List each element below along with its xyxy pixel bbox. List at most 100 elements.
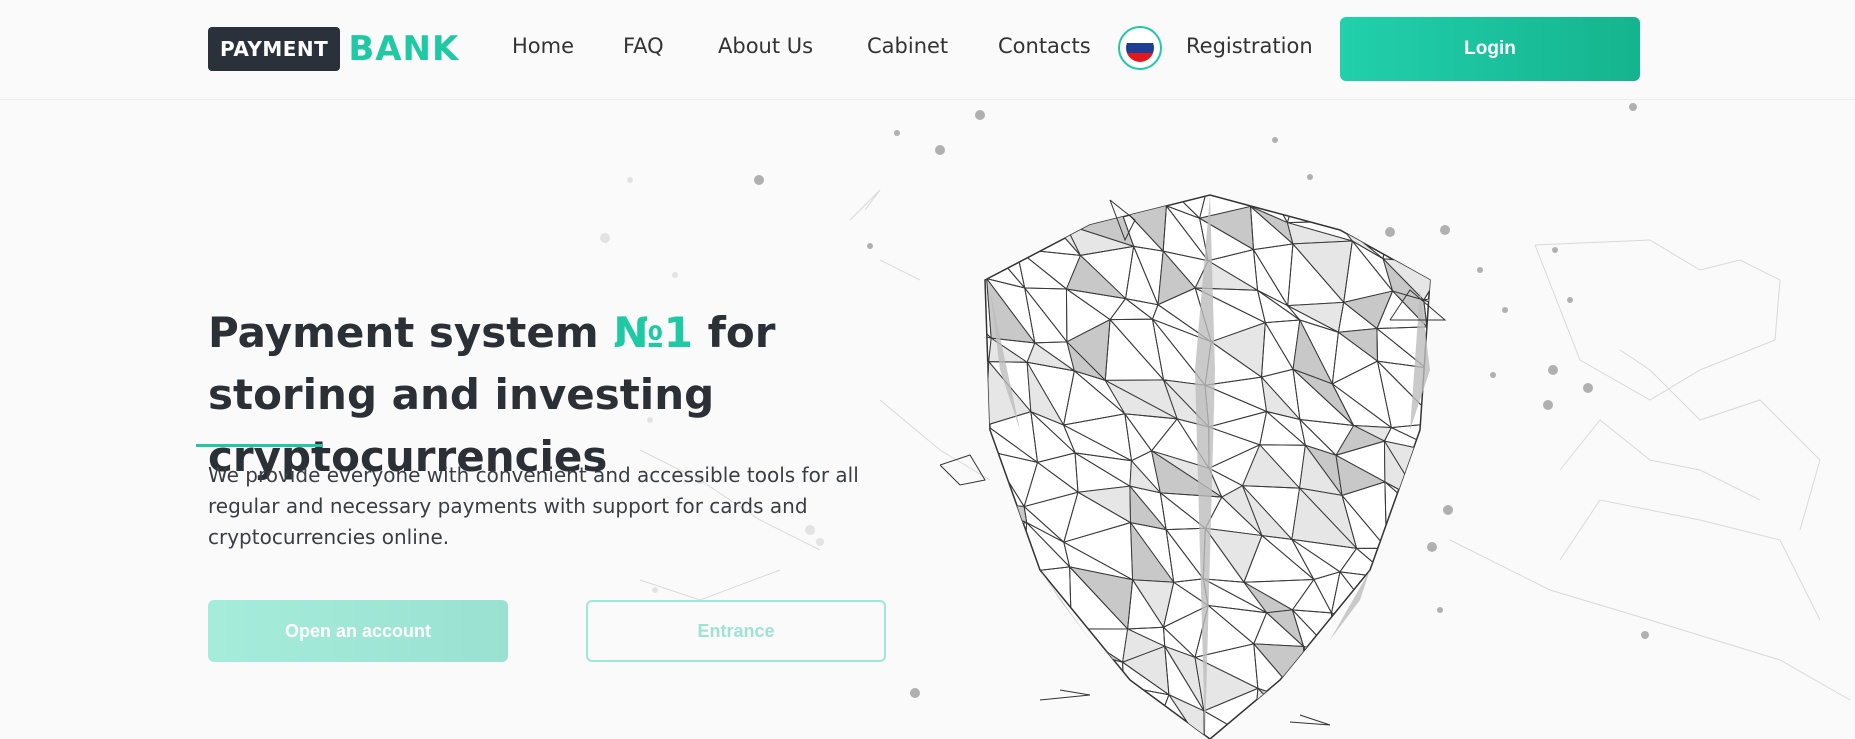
shield-mesh-triangle [1304, 702, 1342, 739]
shield-mesh-triangle [1449, 644, 1480, 699]
shield-mesh-triangle [1379, 195, 1430, 209]
shield-mesh-triangle [1377, 692, 1430, 733]
shield-mesh-triangle [986, 571, 1024, 608]
shield-mesh-triangle [1330, 611, 1390, 664]
shield-mesh-triangle [985, 408, 991, 457]
shield-mesh-triangle [1439, 423, 1466, 455]
shield-mesh-triangle [1421, 691, 1430, 738]
shield-mesh-triangle [1329, 690, 1391, 739]
shield-mesh-triangle [940, 202, 984, 244]
shield-mesh-triangle [985, 704, 997, 736]
shield-mesh-triangle [1438, 183, 1480, 215]
shield-mesh-triangle [1383, 619, 1430, 670]
shield-mesh-triangle [985, 195, 1036, 206]
shield-mesh-triangle [1390, 572, 1430, 621]
shield-mesh-triangle [1021, 649, 1078, 694]
shield-mesh-triangle [1061, 195, 1120, 225]
logo[interactable]: PAYMENT BANK [208, 27, 459, 71]
site-header: PAYMENT BANK Home FAQ About Us Cabinet C… [0, 0, 1855, 100]
shield-mesh-triangle [1027, 195, 1066, 225]
shield-mesh-triangle [1423, 299, 1430, 328]
shield-mesh-triangle [1387, 202, 1430, 266]
shield-mesh-triangle [985, 357, 988, 427]
nav-contacts[interactable]: Contacts [998, 34, 1091, 58]
shield-mesh-triangle [985, 210, 1018, 250]
shield-mesh-triangle [1421, 284, 1430, 324]
shield-mesh-triangle [987, 606, 1023, 661]
shield-mesh-triangle [1425, 325, 1430, 377]
shield-mesh-triangle [985, 322, 992, 363]
shield-mesh-triangle [1027, 195, 1066, 227]
shield-mesh-triangle [1444, 605, 1480, 644]
nav-about-us[interactable]: About Us [718, 34, 813, 58]
entrance-button[interactable]: Entrance [586, 600, 886, 662]
login-button[interactable]: Login [1340, 17, 1640, 81]
shield-mesh-triangle [1384, 577, 1430, 632]
shield-mesh-triangle [985, 409, 991, 453]
shield-mesh-triangle [1376, 691, 1430, 734]
shield-mesh-triangle [985, 526, 1025, 591]
shield-mesh-triangle [1449, 451, 1479, 496]
shield-mesh-triangle [1444, 528, 1480, 584]
shield-mesh-triangle [1336, 195, 1391, 223]
shield-mesh-triangle [1422, 263, 1430, 301]
shield-mesh-triangle [985, 295, 993, 340]
shield-mesh-triangle [1060, 195, 1124, 204]
shield-mesh-triangle [1385, 547, 1426, 579]
shield-mesh-triangle [1122, 195, 1168, 208]
shield-mesh-triangle [1420, 453, 1430, 503]
shield-mesh-triangle [985, 321, 991, 363]
shield-mesh-triangle [985, 524, 989, 590]
shield-mesh-triangle [985, 358, 990, 427]
shield-mesh-triangle [1438, 208, 1480, 261]
open-account-button[interactable]: Open an account [208, 600, 508, 662]
shield-mesh-triangle [1302, 645, 1334, 693]
shield-mesh-triangle [1420, 667, 1430, 700]
shield-mesh-triangle [1446, 261, 1480, 285]
shield-mesh-triangle [1438, 208, 1480, 265]
shield-mesh-triangle [1328, 690, 1390, 734]
shield-mesh-triangle [985, 616, 987, 654]
shield-mesh-triangle [985, 203, 1036, 250]
logo-word: BANK [348, 29, 460, 69]
shield-mesh-triangle [1384, 629, 1430, 669]
shield-mesh-triangle [1422, 572, 1430, 621]
shield-illustration [940, 170, 1480, 739]
shield-mesh-triangle [1425, 367, 1430, 404]
shield-mesh-triangle [1117, 195, 1168, 207]
shield-mesh-triangle [985, 581, 991, 619]
nav-home[interactable]: Home [512, 34, 574, 58]
shield-mesh-triangle [1021, 656, 1062, 711]
shield-mesh-triangle [985, 646, 997, 713]
shield-mesh-triangle [1439, 402, 1478, 451]
shield-mesh-triangle [1122, 685, 1170, 738]
shield-mesh-triangle [1331, 612, 1389, 664]
shield-mesh-triangle [940, 500, 982, 528]
nav-registration[interactable]: Registration [1186, 34, 1313, 58]
shield-mesh-triangle [1424, 366, 1430, 424]
shield-mesh-triangle [985, 522, 1028, 574]
shield-mesh-triangle [1303, 644, 1332, 705]
shield-mesh-triangle [985, 239, 988, 280]
shield-mesh-triangle [1059, 685, 1125, 736]
nav-cabinet[interactable]: Cabinet [867, 34, 948, 58]
shield-mesh-triangle [985, 613, 989, 654]
shield-mesh-triangle [954, 202, 984, 240]
shield-mesh-triangle [941, 712, 973, 739]
shield-mesh-triangle [1386, 661, 1430, 693]
shield-mesh-triangle [1377, 661, 1423, 695]
shield-mesh-triangle [1329, 651, 1381, 695]
shield-mesh-triangle [985, 582, 989, 615]
shield-mesh-triangle [940, 500, 982, 528]
russia-flag-icon[interactable] [1118, 26, 1162, 70]
shield-mesh-triangle [1017, 606, 1078, 651]
shield-mesh-triangle [985, 612, 1024, 660]
shield-mesh-triangle [1286, 195, 1338, 224]
shield-mesh-triangle [1330, 651, 1389, 695]
shield-mesh-triangle [1382, 202, 1430, 266]
shield-mesh-triangle [1304, 690, 1342, 739]
shield-mesh-triangle [940, 170, 983, 212]
nav-faq[interactable]: FAQ [623, 34, 664, 58]
shield-mesh-triangle [1304, 195, 1348, 223]
shield-mesh-triangle [985, 651, 1033, 711]
